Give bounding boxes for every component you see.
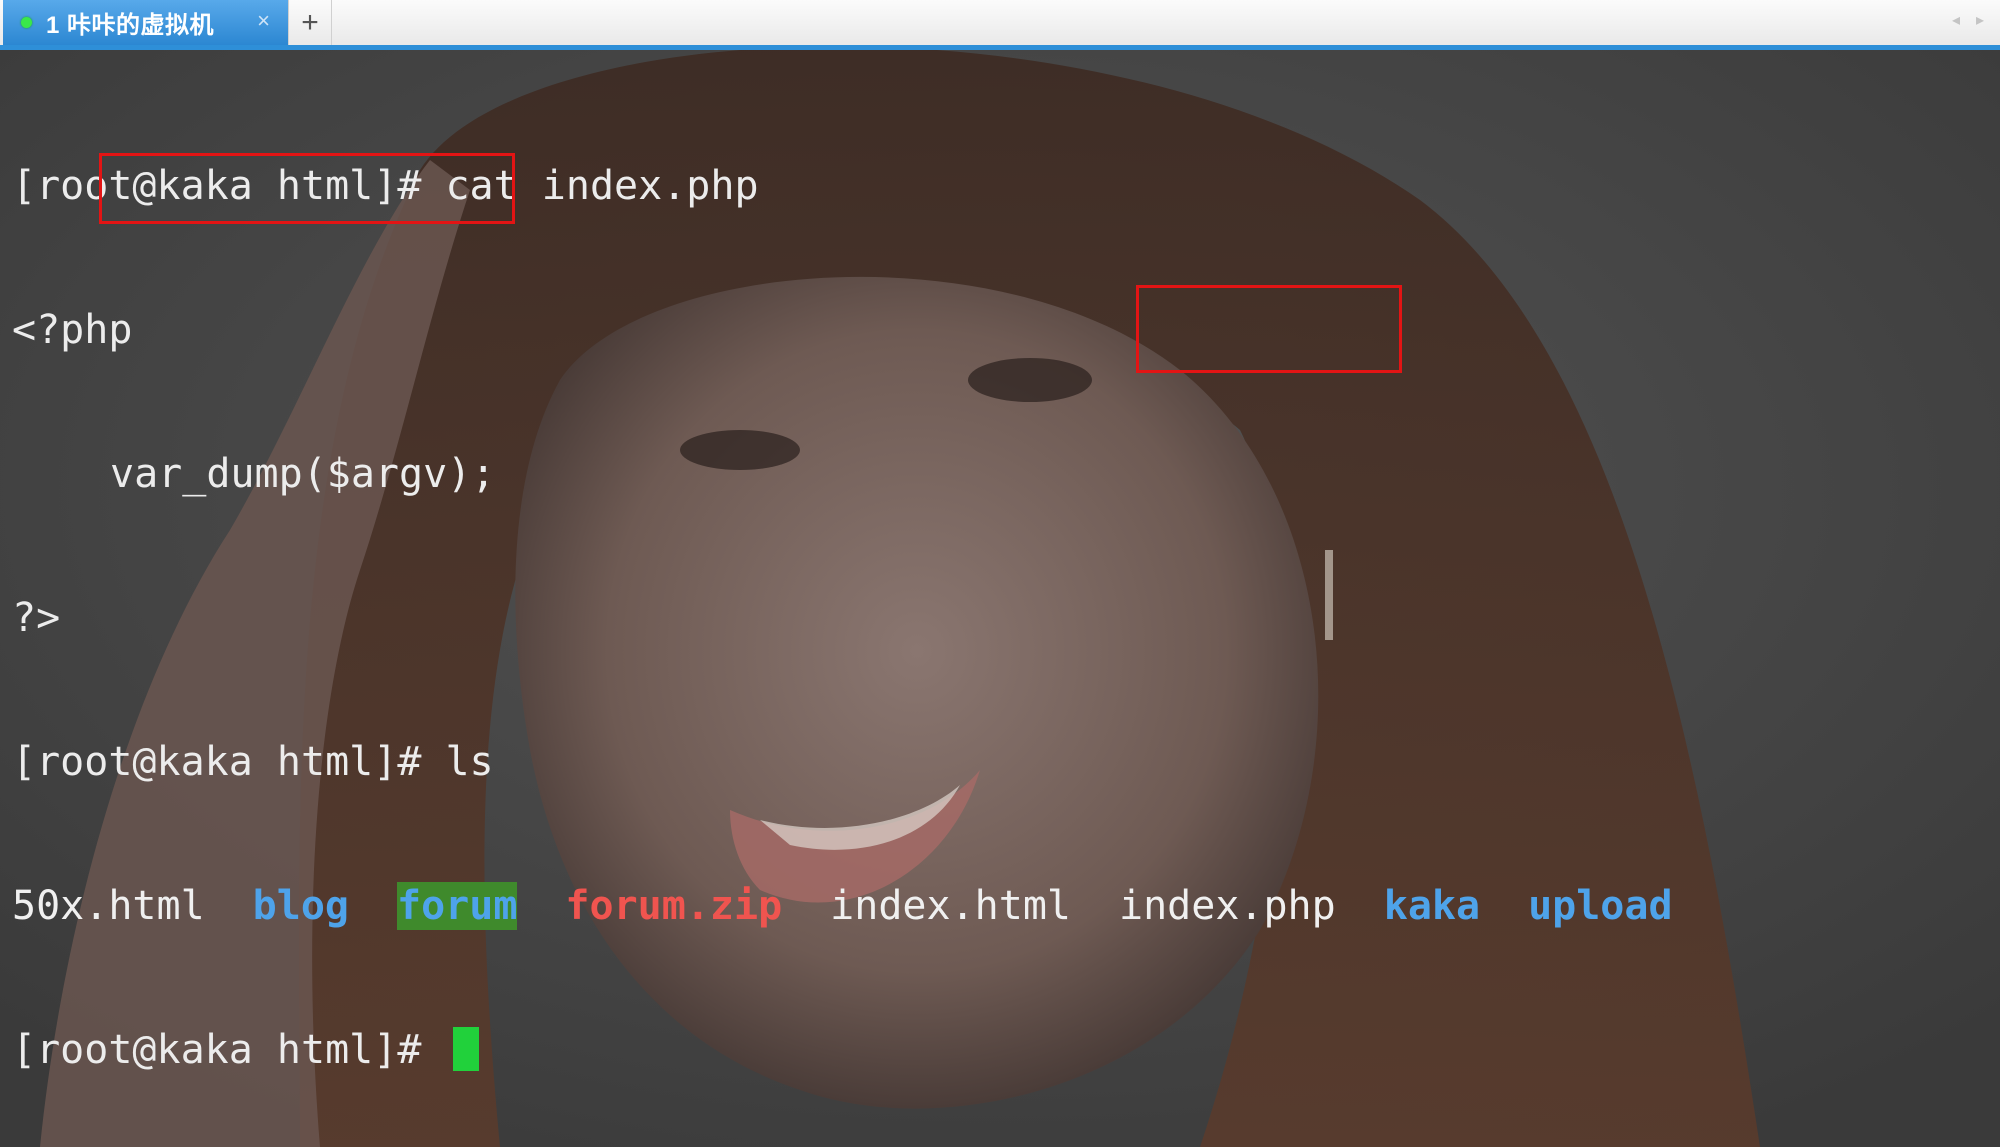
tab-vm-session[interactable]: 1 咔咔的虚拟机 × <box>3 0 288 45</box>
command-line-ls: [root@kaka html]# ls <box>12 739 494 785</box>
php-code-line: var_dump($argv); <box>12 450 1721 498</box>
ls-entry-kaka: kaka <box>1383 883 1481 929</box>
terminal-cursor <box>453 1027 480 1071</box>
tab-label: 1 咔咔的虚拟机 <box>46 12 215 39</box>
ls-entry-forum: forum <box>396 882 518 930</box>
new-tab-button[interactable]: + <box>288 0 332 45</box>
ls-entry-blog: blog <box>252 883 349 929</box>
ls-entry-50x-html: 50x.html <box>12 883 205 929</box>
prompt-text: [root@kaka html]# <box>12 1027 446 1073</box>
var-dump-code: var_dump($argv); <box>110 451 496 497</box>
ls-output-line: 50x.html blog forum forum.zip index.html inde… <box>12 882 1721 930</box>
terminal-window: 1 咔咔的虚拟机 × + ◂ ▸ [root@kaka html]# cat i… <box>0 0 2000 1147</box>
terminal-text: [root@kaka html]# cat index.php <?php va… <box>12 66 1721 1147</box>
ls-entry-forum-zip: forum.zip <box>565 883 783 929</box>
scroll-left-icon[interactable]: ◂ <box>1952 10 1960 30</box>
close-tab-icon[interactable]: × <box>257 8 270 34</box>
php-close-tag-line: ?> <box>12 595 61 641</box>
prompt-line: [root@kaka html]# <box>12 1026 1721 1074</box>
tab-bar: 1 咔咔的虚拟机 × + ◂ ▸ <box>0 0 2000 50</box>
highlight-box-index-php <box>1136 285 1402 373</box>
highlight-box-var-dump <box>99 153 515 224</box>
ls-entry-index-php: index.php <box>1118 883 1336 929</box>
php-open-tag-line: <?php <box>12 307 133 353</box>
ls-entry-upload: upload <box>1528 883 1673 929</box>
tab-scroll-arrows: ◂ ▸ <box>1952 10 1984 30</box>
session-status-icon <box>21 17 32 28</box>
scroll-right-icon[interactable]: ▸ <box>1976 10 1984 30</box>
terminal-output[interactable]: [root@kaka html]# cat index.php <?php va… <box>0 50 2000 1147</box>
ls-entry-index-html: index.html <box>830 883 1071 929</box>
